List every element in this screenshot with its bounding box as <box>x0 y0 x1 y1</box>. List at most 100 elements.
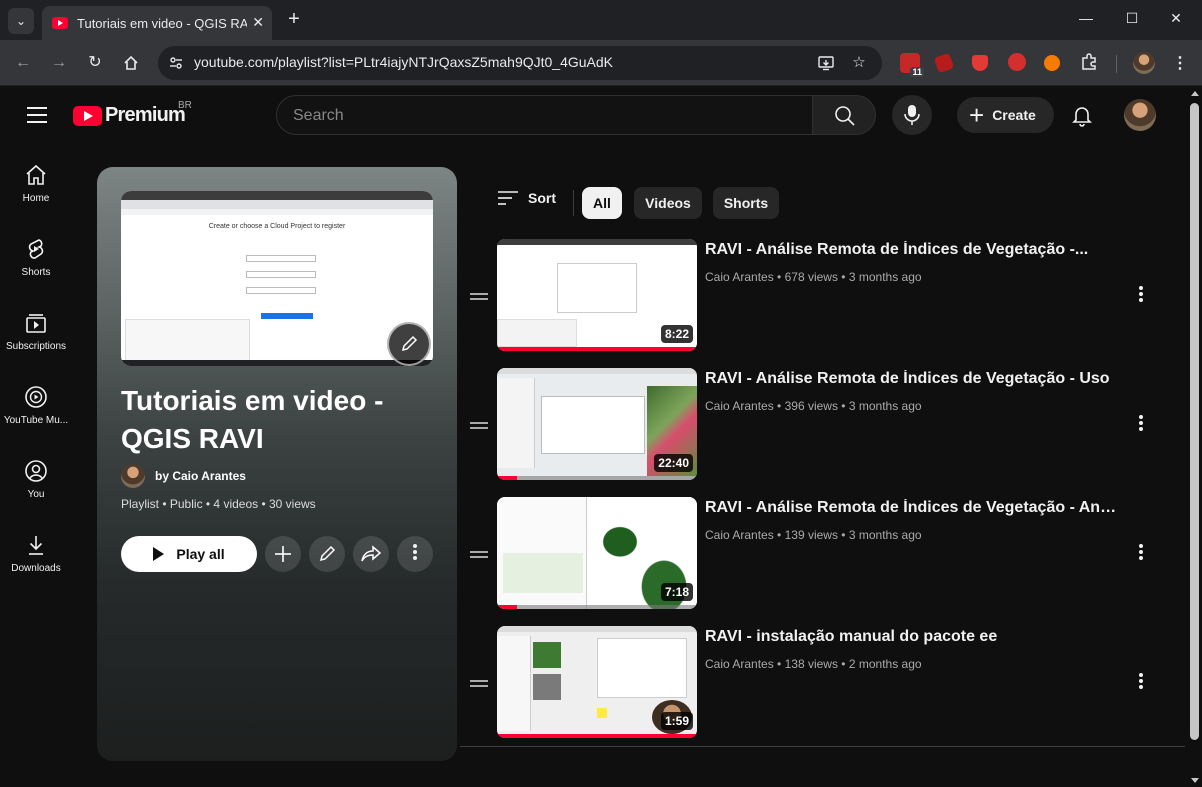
forward-icon[interactable]: → <box>48 52 70 74</box>
youtube-favicon-icon <box>52 17 68 29</box>
video-duration: 1:59 <box>660 712 693 730</box>
video-menu-icon[interactable] <box>1136 286 1146 306</box>
youtube-music-icon <box>24 385 48 409</box>
site-info-icon[interactable] <box>166 53 186 73</box>
drag-handle-icon[interactable] <box>470 680 488 690</box>
browser-tab-bar: ⌄ Tutoriais em video - QGIS RAVI ✕ + — ☐… <box>0 0 1202 40</box>
video-channel[interactable]: Caio Arantes <box>705 657 774 671</box>
downloads-icon <box>24 533 48 557</box>
sun-extension-icon[interactable] <box>1044 55 1060 71</box>
search-input[interactable]: Search <box>276 95 813 135</box>
video-title[interactable]: RAVI - Análise Remota de Índices de Vege… <box>705 370 1117 388</box>
scroll-up-icon[interactable] <box>1191 91 1199 96</box>
share-button[interactable] <box>353 536 389 572</box>
more-actions-button[interactable] <box>397 536 433 572</box>
page-scrollbar[interactable] <box>1188 87 1202 787</box>
notifications-icon[interactable] <box>1070 103 1094 127</box>
install-app-icon[interactable] <box>816 53 836 73</box>
window-close-icon[interactable]: ✕ <box>1166 10 1186 27</box>
video-age: 3 months ago <box>848 270 922 284</box>
owner-avatar[interactable] <box>121 464 145 488</box>
sidebar-item-shorts[interactable]: Shorts <box>0 237 72 278</box>
video-thumbnail[interactable]: 7:18 <box>497 497 697 609</box>
video-thumbnail[interactable]: 8:22 <box>497 239 697 351</box>
playlist-owner[interactable]: by Caio Arantes <box>155 469 246 483</box>
sidebar-item-subscriptions[interactable]: Subscriptions <box>0 311 72 352</box>
video-title[interactable]: RAVI - Análise Remota de Índices de Vege… <box>705 241 1117 259</box>
home-browser-icon[interactable] <box>120 52 142 74</box>
edit-playlist-button[interactable] <box>309 536 345 572</box>
minimize-icon[interactable]: — <box>1076 10 1096 26</box>
video-menu-icon[interactable] <box>1136 673 1146 693</box>
playlist-header-card: Create or choose a Cloud Project to regi… <box>97 167 457 761</box>
tab-title: Tutoriais em video - QGIS RAVI <box>77 15 247 31</box>
create-label: Create <box>992 107 1036 123</box>
account-avatar[interactable] <box>1124 99 1156 131</box>
video-thumbnail[interactable]: 1:59 <box>497 626 697 738</box>
toolbar-divider <box>1116 55 1117 73</box>
logo-text: Premium <box>105 104 186 126</box>
sidebar-item-downloads[interactable]: Downloads <box>0 533 72 574</box>
drag-handle-icon[interactable] <box>470 551 488 561</box>
reload-icon[interactable]: ↻ <box>84 52 106 74</box>
chip-divider <box>573 190 574 216</box>
pencil-icon <box>319 545 336 562</box>
video-title[interactable]: RAVI - instalação manual do pacote ee <box>705 628 1117 646</box>
tab-close-icon[interactable]: ✕ <box>252 14 264 31</box>
sidebar-item-label: Downloads <box>11 563 61 574</box>
playlist-video-row[interactable]: 22:40 RAVI - Análise Remota de Índices d… <box>470 368 1170 483</box>
chip-shorts[interactable]: Shorts <box>713 187 779 219</box>
watch-progress <box>497 605 517 609</box>
browser-menu-icon[interactable]: ⋮ <box>1170 53 1190 73</box>
playlist-thumbnail[interactable]: Create or choose a Cloud Project to regi… <box>121 191 433 366</box>
extension-badge: 11 <box>910 67 924 77</box>
search-button[interactable] <box>812 95 876 135</box>
video-duration: 22:40 <box>654 454 693 472</box>
maximize-icon[interactable]: ☐ <box>1122 10 1142 27</box>
new-tab-button[interactable]: + <box>284 8 304 31</box>
back-icon[interactable]: ← <box>12 52 34 74</box>
scroll-down-icon[interactable] <box>1191 778 1199 783</box>
create-button[interactable]: + Create <box>957 97 1054 133</box>
bookmark-star-icon[interactable]: ☆ <box>849 53 869 73</box>
video-channel[interactable]: Caio Arantes <box>705 528 774 542</box>
scrollbar-thumb[interactable] <box>1190 103 1199 740</box>
sidebar-item-label: You <box>27 489 45 500</box>
browser-tab[interactable]: Tutoriais em video - QGIS RAVI ✕ <box>42 6 272 40</box>
playlist-video-row[interactable]: 7:18 RAVI - Análise Remota de Índices de… <box>470 497 1170 612</box>
drag-handle-icon[interactable] <box>470 293 488 303</box>
extensions-puzzle-icon[interactable] <box>1080 53 1100 73</box>
video-views: 139 views <box>784 528 838 542</box>
sort-button[interactable]: Sort <box>498 190 556 206</box>
video-menu-icon[interactable] <box>1136 415 1146 435</box>
edit-thumbnail-button[interactable] <box>387 322 431 366</box>
youtube-premium-logo[interactable]: Premium BR <box>73 100 192 127</box>
playlist-video-row[interactable]: 8:22 RAVI - Análise Remota de Índices de… <box>470 239 1170 354</box>
guide-menu-icon[interactable] <box>27 107 47 128</box>
tab-search-button[interactable]: ⌄ <box>8 8 34 34</box>
video-channel[interactable]: Caio Arantes <box>705 399 774 413</box>
microphone-icon <box>904 105 920 125</box>
profile-avatar[interactable] <box>1133 52 1155 74</box>
video-menu-icon[interactable] <box>1136 544 1146 564</box>
adblock-extension-icon[interactable] <box>1008 53 1026 71</box>
sidebar-item-home[interactable]: Home <box>0 163 72 204</box>
country-code: BR <box>178 100 192 111</box>
video-thumbnail[interactable]: 22:40 <box>497 368 697 480</box>
drag-handle-icon[interactable] <box>470 422 488 432</box>
sidebar-item-you[interactable]: You <box>0 459 72 500</box>
video-channel[interactable]: Caio Arantes <box>705 270 774 284</box>
playlist-video-row[interactable]: 1:59 RAVI - instalação manual do pacote … <box>470 626 1170 741</box>
sidebar-item-youtube-music[interactable]: YouTube Mu... <box>0 385 72 426</box>
pen-extension-icon[interactable] <box>933 52 955 74</box>
heart-extension-icon[interactable] <box>972 55 988 71</box>
play-all-button[interactable]: Play all <box>121 536 257 572</box>
chip-all[interactable]: All <box>582 187 622 219</box>
chip-videos[interactable]: Videos <box>634 187 702 219</box>
add-to-playlist-button[interactable] <box>265 536 301 572</box>
video-title[interactable]: RAVI - Análise Remota de Índices de Vege… <box>705 499 1117 517</box>
calendar-extension-icon[interactable]: 11 <box>900 53 924 77</box>
omnibox[interactable]: youtube.com/playlist?list=PLtr4iajyNTJrQ… <box>158 46 882 80</box>
video-views: 396 views <box>784 399 838 413</box>
voice-search-button[interactable] <box>892 95 932 135</box>
